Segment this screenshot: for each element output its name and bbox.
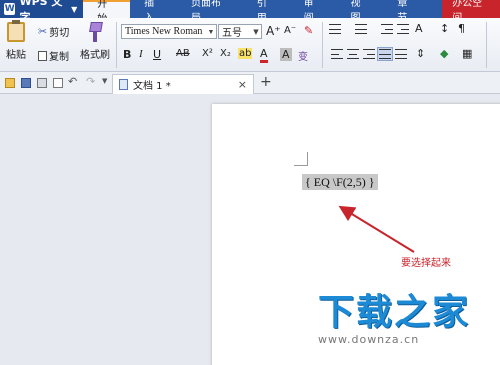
indent-icon bbox=[397, 24, 409, 34]
outdent-icon bbox=[381, 24, 393, 34]
ribbon: 粘贴 ✂ 剪切 复制 格式刷 Times New Roman ▼ 五号 ▼ A⁺… bbox=[0, 18, 500, 72]
clear-format-icon[interactable]: ✎ bbox=[304, 24, 313, 37]
justify-button[interactable] bbox=[377, 47, 393, 61]
close-icon[interactable]: × bbox=[238, 78, 247, 91]
align-center-button[interactable] bbox=[347, 49, 359, 59]
paste-icon bbox=[7, 20, 25, 42]
tab-office-space[interactable]: 办公空间 bbox=[442, 0, 500, 24]
document-tab[interactable]: 文档 1 * × bbox=[112, 74, 254, 94]
chevron-down-icon: ▼ bbox=[207, 27, 215, 36]
text-direction-button[interactable]: A bbox=[415, 22, 423, 35]
format-painter-button[interactable]: 格式刷 bbox=[80, 22, 110, 61]
save-icon[interactable] bbox=[21, 78, 31, 88]
paste-button[interactable]: 粘贴 bbox=[6, 20, 26, 61]
chevron-down-icon: ▼ bbox=[253, 27, 259, 36]
grow-font-button[interactable]: A⁺ bbox=[266, 24, 281, 38]
numbering-button[interactable] bbox=[355, 24, 367, 34]
show-marks-icon[interactable]: ¶ bbox=[458, 22, 465, 35]
scissors-icon: ✂ bbox=[38, 25, 48, 38]
margin-corner-mark bbox=[294, 152, 308, 166]
line-spacing-icon[interactable]: ⇕ bbox=[416, 47, 425, 60]
field-code-selection[interactable]: { EQ \F(2,5) } bbox=[302, 174, 378, 190]
bold-button[interactable]: B bbox=[123, 48, 131, 61]
char-shading-button[interactable]: A bbox=[280, 48, 292, 61]
menu-bar: W WPS 文字 ▼ 开始 插入 页面布局 引用 审阅 视图 章节 办公空间 bbox=[0, 0, 500, 25]
align-right-icon bbox=[363, 49, 375, 59]
quick-access-bar: ↶ ↷ ▼ 文档 1 * × + bbox=[0, 72, 500, 94]
font-size-value: 五号 bbox=[222, 28, 242, 39]
font-name-value: Times New Roman bbox=[125, 26, 203, 37]
print-icon[interactable] bbox=[37, 78, 47, 88]
document-tab-title: 文档 1 * bbox=[133, 81, 171, 92]
new-tab-button[interactable]: + bbox=[260, 74, 272, 90]
divider bbox=[486, 22, 487, 68]
distribute-icon bbox=[395, 49, 407, 59]
shading-fill-icon[interactable]: ◆ bbox=[440, 47, 448, 60]
wps-logo-icon: W bbox=[4, 3, 16, 15]
tab-review[interactable]: 审阅 bbox=[290, 0, 337, 24]
bullet-list-icon bbox=[329, 24, 341, 34]
chevron-down-icon: ▼ bbox=[71, 4, 78, 14]
phonetic-guide-button[interactable]: 变 bbox=[298, 48, 308, 63]
copy-icon bbox=[38, 50, 47, 61]
cut-button[interactable]: ✂ 剪切 bbox=[38, 24, 69, 39]
decrease-indent-button[interactable] bbox=[381, 24, 393, 34]
shrink-font-button[interactable]: A⁻ bbox=[284, 25, 296, 36]
tab-section[interactable]: 章节 bbox=[383, 0, 430, 24]
watermark-url: www.downza.cn bbox=[318, 333, 420, 346]
open-folder-icon[interactable] bbox=[5, 78, 15, 88]
watermark-title: 下载之家 bbox=[318, 292, 471, 333]
app-menu-button[interactable]: W WPS 文字 ▼ bbox=[0, 0, 84, 24]
justify-icon bbox=[379, 49, 391, 59]
font-color-button[interactable]: A bbox=[260, 47, 268, 63]
paste-label: 粘贴 bbox=[6, 50, 26, 61]
align-center-icon bbox=[347, 49, 359, 59]
font-size-select[interactable]: 五号 ▼ bbox=[218, 24, 262, 39]
subscript-button[interactable]: X₂ bbox=[220, 48, 231, 59]
tab-references[interactable]: 引用 bbox=[243, 0, 290, 24]
strikethrough-button[interactable]: AB bbox=[176, 48, 190, 59]
distributed-align-button[interactable] bbox=[395, 49, 407, 59]
cut-label: 剪切 bbox=[49, 28, 70, 39]
format-painter-icon bbox=[86, 22, 104, 42]
superscript-button[interactable]: X² bbox=[202, 48, 213, 59]
underline-button[interactable]: U bbox=[153, 48, 161, 61]
divider bbox=[116, 22, 117, 68]
align-right-button[interactable] bbox=[363, 49, 375, 59]
copy-label: 复制 bbox=[49, 52, 69, 63]
format-painter-label: 格式刷 bbox=[80, 50, 110, 61]
document-icon bbox=[119, 79, 128, 90]
align-left-icon bbox=[331, 49, 343, 59]
font-name-select[interactable]: Times New Roman ▼ bbox=[121, 24, 217, 39]
redo-icon[interactable]: ↷ bbox=[86, 75, 96, 88]
highlight-button[interactable]: ab bbox=[238, 48, 253, 59]
tab-view[interactable]: 视图 bbox=[337, 0, 384, 24]
tab-page-layout[interactable]: 页面布局 bbox=[177, 0, 243, 24]
borders-icon[interactable]: ▦ bbox=[462, 47, 472, 60]
copy-button[interactable]: 复制 bbox=[38, 48, 69, 63]
sort-icon[interactable]: ↕ bbox=[440, 22, 449, 35]
undo-icon[interactable]: ↶ bbox=[68, 75, 78, 88]
chevron-down-icon[interactable]: ▼ bbox=[102, 77, 112, 87]
tab-insert[interactable]: 插入 bbox=[130, 0, 177, 24]
tab-home[interactable]: 开始 bbox=[83, 0, 131, 25]
numbered-list-icon bbox=[355, 24, 367, 34]
divider bbox=[322, 22, 323, 68]
annotation-label: 要选择起来 bbox=[401, 258, 451, 269]
italic-button[interactable]: I bbox=[139, 48, 143, 60]
site-watermark: 下载之家 www.downza.cn bbox=[318, 292, 471, 347]
print-preview-icon[interactable] bbox=[53, 78, 63, 88]
increase-indent-button[interactable] bbox=[397, 24, 409, 34]
align-left-button[interactable] bbox=[331, 49, 343, 59]
bullets-button[interactable] bbox=[329, 24, 341, 34]
